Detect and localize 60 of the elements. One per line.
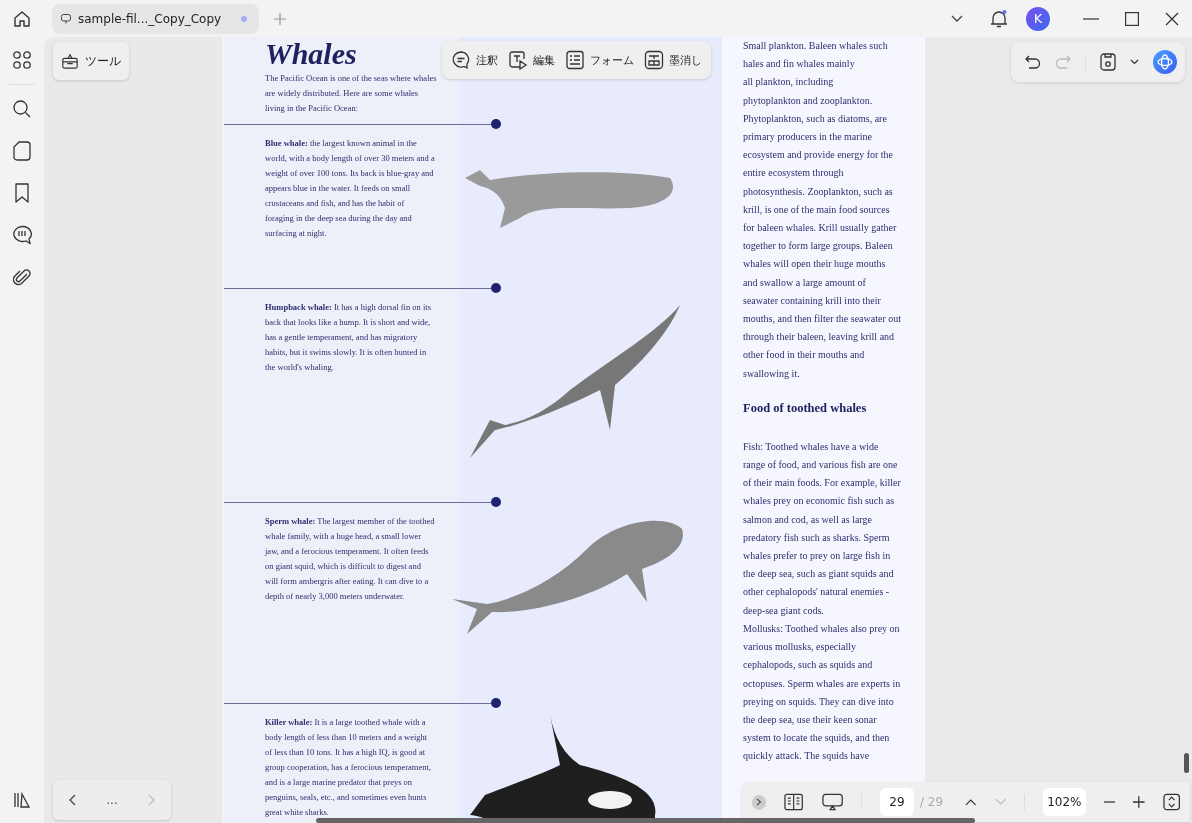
comment-icon[interactable] bbox=[11, 225, 33, 245]
toolbar-button[interactable]: 編集 bbox=[503, 50, 560, 70]
body-paragraph: phytoplankton and zooplankton. Phytoplankton, such as diatoms, are primary producers in the marine ecosystem and provide energy for the entire ecosystem through photosynthesis. Zooplankton, such as krill, is one of the main food sources for baleen whales. Krill usually gather together to form large groups. Baleen whales will open their huge mouths and swallow a large amount of seawater containing krill into their mouths, and then filter the seawater out through their baleen, leaving krill and other food in their mouths and swallowing it. bbox=[743, 93, 901, 381]
close-icon[interactable] bbox=[1165, 11, 1179, 26]
toolbox-icon bbox=[61, 51, 79, 71]
document-tab[interactable]: sample-fil..._Copy_Copy bbox=[52, 3, 260, 34]
page-icon[interactable] bbox=[13, 141, 31, 161]
whale-description: Sperm whale: The largest member of the toothed whale family, with a huge head, a small lower jaw, and a ferocious temperament. It often feeds on giant squid, which is difficult to digest and will form ambergris after eating. It can dive to a depth of nearly 3,000 meters underwater. bbox=[263, 515, 435, 603]
page-title: Whales bbox=[264, 37, 357, 71]
ai-assistant-icon[interactable] bbox=[1153, 50, 1177, 74]
page-number-field[interactable]: 29 bbox=[879, 788, 914, 816]
horizontal-scrollbar[interactable] bbox=[316, 818, 975, 823]
timeline-dot bbox=[491, 497, 501, 507]
minimize-icon[interactable] bbox=[1083, 17, 1099, 20]
text-line: Small plankton. Baleen whales such bbox=[743, 39, 889, 53]
timeline-dot bbox=[491, 698, 501, 708]
toolbar-button[interactable]: フォーム bbox=[560, 50, 639, 70]
book-view-icon[interactable] bbox=[784, 793, 804, 811]
tools-button[interactable]: ツール bbox=[53, 42, 129, 80]
section-heading: Food of toothed whales bbox=[743, 400, 868, 416]
body-paragraph: Fish: Toothed whales have a wide range of food, and various fish are one of their main foods. For example, killer whales prey on economic fish such as salmon and cod, as well as large predatory fish such as sharks. Sperm whales prefer to prey on large fish in the deep sea, such as giant squids and other cephalopods' natural enemies - deep-sea giant cods. bbox=[743, 439, 901, 618]
bell-icon[interactable] bbox=[990, 8, 1008, 29]
user-avatar[interactable]: K bbox=[1026, 6, 1050, 31]
more-button[interactable]: ... bbox=[100, 789, 124, 811]
chevron-left-icon bbox=[68, 794, 77, 806]
maximize-icon[interactable] bbox=[1125, 11, 1139, 26]
toolbar-button[interactable]: 墨消し bbox=[639, 50, 707, 70]
body-paragraph: Mollusks: Toothed whales also prey on various mollusks, especially cephalopods, such as squids and octopuses. Sperm whales are experts in preying on squids. They can dive into the deep sea, use their keen sonar system to locate the squids, and then quickly attack. The squids have bbox=[743, 621, 901, 764]
intro-paragraph: The Pacific Ocean is one of the seas where whales are widely distributed. Here are some whales living in the Pacific Ocean: bbox=[264, 72, 437, 115]
vertical-scrollbar[interactable] bbox=[1184, 753, 1189, 773]
whale-description: Blue whale: the largest known animal in the world, with a body length of over 30 meters and a weight of over 100 tons. Its back is blue-gray and appears blue in the water. It feeds on small crustaceans and fish, and has the habit of foraging in the deep sea during the day and surfacing at night. bbox=[264, 137, 435, 240]
sidebar-icon[interactable] bbox=[13, 791, 31, 809]
text-line: hales and fin whales mainly bbox=[743, 57, 856, 72]
chevron-down-icon[interactable] bbox=[950, 13, 964, 24]
chevron-right-icon bbox=[147, 794, 156, 806]
search-icon[interactable] bbox=[12, 99, 32, 119]
page-total: / 29 bbox=[919, 795, 944, 809]
text-cursor-icon bbox=[508, 50, 528, 70]
save-icon[interactable] bbox=[1100, 53, 1116, 71]
text-line: all plankton, including bbox=[743, 75, 835, 90]
timeline-dot bbox=[491, 283, 501, 293]
timeline-dot bbox=[491, 119, 501, 129]
fit-page-icon[interactable] bbox=[1162, 793, 1180, 811]
presentation-icon[interactable] bbox=[821, 793, 843, 811]
grid-icon[interactable] bbox=[12, 50, 32, 70]
whale-description: Humpback whale: It has a high dorsal fin on its back that looks like a hump. It is short and wide, has a gentle temperament, and has migratory habits, but it swims slowly. It is often hunted in the world's whaling. bbox=[264, 301, 432, 374]
chevron-down-icon[interactable] bbox=[1130, 59, 1139, 65]
paperclip-icon[interactable] bbox=[13, 267, 31, 287]
undo-icon[interactable] bbox=[1025, 55, 1041, 69]
comment-icon bbox=[451, 50, 471, 70]
toolbar-button[interactable]: 注釈 bbox=[446, 50, 503, 70]
zoom-level-button[interactable]: 102% bbox=[1043, 788, 1086, 816]
redact-icon bbox=[644, 50, 664, 70]
expand-icon[interactable] bbox=[752, 794, 767, 810]
zoom-in-icon[interactable] bbox=[1133, 796, 1145, 808]
chevron-up-icon[interactable] bbox=[965, 798, 977, 806]
monitor-icon bbox=[60, 12, 72, 25]
form-icon bbox=[565, 50, 585, 70]
bookmark-icon[interactable] bbox=[14, 183, 30, 203]
whale-description: Killer whale: It is a large toothed whale with a body length of less than 10 meters and a weight of less than 10 tons. It has a high IQ, is good at group cooperation, has a ferocious temperament, and is a large marine predator that preys on penguins, seals, etc., and sometimes even hunts great white sharks. bbox=[264, 716, 432, 819]
